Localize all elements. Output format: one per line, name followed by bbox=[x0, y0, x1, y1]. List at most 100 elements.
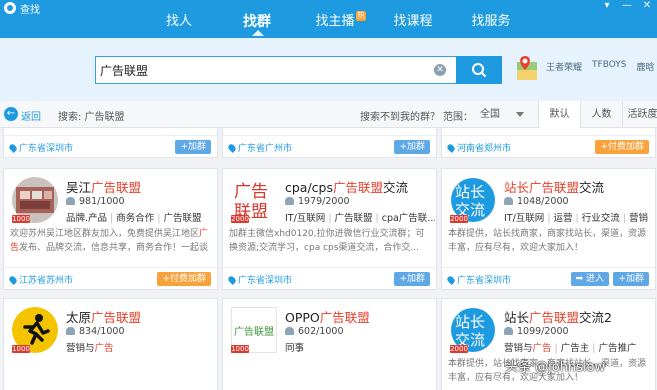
member-count: 981/1000 bbox=[66, 196, 125, 207]
group-card[interactable]: 站长 交流 2000 站长广告联盟交流2 1099/2000 营销与广告 | 广告主… bbox=[441, 298, 656, 390]
group-card[interactable]: 广东省广州市 +加群 bbox=[222, 128, 437, 158]
svg-text:站长: 站长 bbox=[455, 183, 485, 201]
group-name-highlight: 广告联盟 bbox=[91, 180, 142, 195]
app-title: 查找 bbox=[20, 5, 40, 16]
hot-word-link[interactable]: 鹿晗 bbox=[637, 60, 655, 73]
card-footer: 广东省深圳市 +加群 bbox=[223, 267, 436, 289]
sort-tab-default[interactable]: 默认 bbox=[538, 101, 580, 128]
card-footer: 广东省深圳市 ➡ 进入 +加群 bbox=[442, 267, 655, 289]
not-found-link[interactable]: 搜索不到我的群？ bbox=[360, 108, 440, 123]
group-name-highlight: 广告联盟 bbox=[333, 180, 384, 195]
tag: 品牌.产品 bbox=[66, 213, 108, 224]
menu-dropdown-icon[interactable]: ▾ bbox=[601, 0, 613, 11]
tab-find-courses[interactable]: 找课程 bbox=[374, 8, 452, 36]
join-group-button[interactable]: +加群 bbox=[175, 140, 211, 154]
group-name-highlight: 广告联盟 bbox=[319, 310, 370, 325]
group-results: 广东省深圳市 +加群 广东省广州市 +加群 河南省郑州市 +付费加群 1000 bbox=[0, 128, 657, 390]
paid-join-button[interactable]: +付费加群 bbox=[595, 140, 649, 154]
hot-word-link[interactable]: 王者荣耀 bbox=[546, 60, 582, 73]
tag: 营销 bbox=[628, 213, 648, 224]
sort-tab-activity[interactable]: 活跃度 bbox=[622, 101, 657, 128]
location-label: 广东省广州市 bbox=[229, 141, 292, 154]
group-card[interactable]: 站长 交流 2000 站长广告联盟交流 1048/2000 IT/互联网 | 运营 |… bbox=[441, 168, 656, 290]
group-name[interactable]: OPPO广告联盟 bbox=[285, 307, 370, 326]
tag: 广告推广 bbox=[598, 343, 637, 354]
join-group-button[interactable]: +加群 bbox=[394, 140, 430, 154]
join-group-button[interactable]: +加群 bbox=[613, 272, 649, 286]
watermark: 头条 @johnslow bbox=[505, 360, 606, 375]
group-tags: IT/互联网 | 运营 | 行业交流 | 营销 bbox=[504, 213, 648, 224]
group-card[interactable]: 河南省郑州市 +付费加群 bbox=[441, 128, 656, 158]
back-link[interactable]: 返回 bbox=[21, 108, 41, 123]
tab-label: 找主播 bbox=[315, 14, 355, 29]
group-card[interactable]: 1000 吴江广告联盟 981/1000 品牌.产品 | 商务合作 | 广告联盟 欢迎苏… bbox=[3, 168, 218, 290]
group-card[interactable]: 广东省深圳市 +加群 bbox=[3, 128, 218, 158]
level-badge: 2000 bbox=[231, 215, 249, 223]
tag: 广告联盟 bbox=[334, 213, 373, 224]
group-name-suffix: 交流2 bbox=[579, 310, 612, 325]
group-name-prefix: 吴江 bbox=[66, 180, 92, 195]
group-name-prefix: OPPO bbox=[285, 310, 320, 325]
search-button[interactable] bbox=[456, 56, 502, 84]
level-badge: 1000 bbox=[12, 215, 30, 223]
location-label: 河南省郑州市 bbox=[448, 141, 511, 154]
group-card[interactable]: 1000 太原广告联盟 834/1000 营销与广告 bbox=[3, 298, 218, 390]
tag: 营销与广告 bbox=[66, 343, 114, 354]
tab-find-streamers[interactable]: 找主播 热 bbox=[296, 8, 374, 36]
svg-text:广告联盟: 广告联盟 bbox=[234, 325, 274, 338]
member-count: 602/1000 bbox=[285, 326, 344, 337]
level-badge: 2000 bbox=[450, 215, 468, 223]
card-footer: 广东省广州市 +加群 bbox=[223, 135, 436, 157]
search-breadcrumb: 搜索: 广告联盟 bbox=[58, 112, 125, 123]
tab-find-services[interactable]: 找服务 bbox=[452, 8, 530, 36]
minimize-icon[interactable]: — bbox=[621, 0, 633, 11]
group-name-highlight: 广告联盟 bbox=[529, 310, 580, 325]
tab-find-groups[interactable]: 找群 bbox=[218, 8, 296, 36]
range-select[interactable]: 全国 bbox=[472, 105, 530, 124]
level-badge: 1000 bbox=[12, 345, 30, 353]
filter-bar: ← 返回 搜索: 广告联盟 搜索不到我的群？ 范围： 全国 默认 人数 活跃度 bbox=[0, 101, 657, 128]
range-label: 范围： bbox=[443, 112, 473, 123]
enter-group-button[interactable]: ➡ 进入 bbox=[570, 272, 609, 286]
location-map-icon[interactable] bbox=[515, 54, 539, 84]
group-name[interactable]: 太原广告联盟 bbox=[66, 307, 141, 326]
back-arrow-icon[interactable]: ← bbox=[4, 107, 18, 121]
join-group-button[interactable]: +加群 bbox=[394, 272, 430, 286]
sort-tab-members[interactable]: 人数 bbox=[580, 101, 622, 128]
card-footer: 河南省郑州市 +付费加群 bbox=[442, 135, 655, 157]
tab-find-people[interactable]: 找人 bbox=[140, 8, 218, 36]
group-tags: 同事 bbox=[285, 340, 435, 354]
tag: 营销与广告 bbox=[504, 343, 552, 354]
tag: IT/互联网 bbox=[285, 213, 326, 224]
level-badge: 2000 bbox=[450, 345, 468, 353]
card-footer: 广东省深圳市 +加群 bbox=[4, 135, 217, 157]
group-tags: 品牌.产品 | 商务合作 | 广告联盟 bbox=[66, 213, 202, 224]
tag: IT/互联网 bbox=[504, 213, 545, 224]
member-count: 1048/2000 bbox=[504, 196, 569, 207]
top-header: 查找 ▾ — ✕ 找人 找群 找主播 热 找课程 找服务 bbox=[0, 0, 657, 38]
member-count: 834/1000 bbox=[66, 326, 125, 337]
search-box: ✕ bbox=[95, 56, 457, 84]
member-count: 1099/2000 bbox=[504, 326, 569, 337]
card-footer: 江苏省苏州市 +付费加群 bbox=[4, 267, 217, 289]
search-input[interactable] bbox=[100, 57, 420, 83]
group-tags: IT/互联网 | 广告联盟 | cpa广告联... bbox=[285, 213, 435, 224]
group-card[interactable]: 广告联盟 1000 OPPO广告联盟 602/1000 同事 bbox=[222, 298, 437, 390]
group-name[interactable]: cpa/cps广告联盟交流 bbox=[285, 177, 408, 196]
hot-badge: 热 bbox=[356, 11, 366, 21]
clear-icon[interactable]: ✕ bbox=[434, 64, 446, 76]
hot-word-link[interactable]: TFBOYS bbox=[592, 60, 627, 73]
paid-join-button[interactable]: +付费加群 bbox=[157, 272, 211, 286]
close-icon[interactable]: ✕ bbox=[641, 0, 653, 11]
group-tags: 营销与广告 bbox=[66, 340, 216, 354]
group-card[interactable]: 广告 联盟 2000 cpa/cps广告联盟交流 1979/2000 IT/互联… bbox=[222, 168, 437, 290]
group-name[interactable]: 站长广告联盟交流2 bbox=[504, 307, 612, 326]
svg-text:广告: 广告 bbox=[234, 182, 268, 202]
group-description: 本群提供，站长找商家，商家找站长，渠道，资源丰富，应有尽有，欢迎大家加入！ bbox=[448, 229, 647, 253]
main-nav: 找人 找群 找主播 热 找课程 找服务 bbox=[140, 8, 530, 36]
group-name-prefix: 太原 bbox=[66, 310, 92, 325]
svg-text:站长: 站长 bbox=[455, 313, 485, 331]
group-name[interactable]: 吴江广告联盟 bbox=[66, 177, 141, 196]
location-label: 江苏省苏州市 bbox=[10, 273, 73, 286]
group-name[interactable]: 站长广告联盟交流 bbox=[504, 177, 604, 196]
